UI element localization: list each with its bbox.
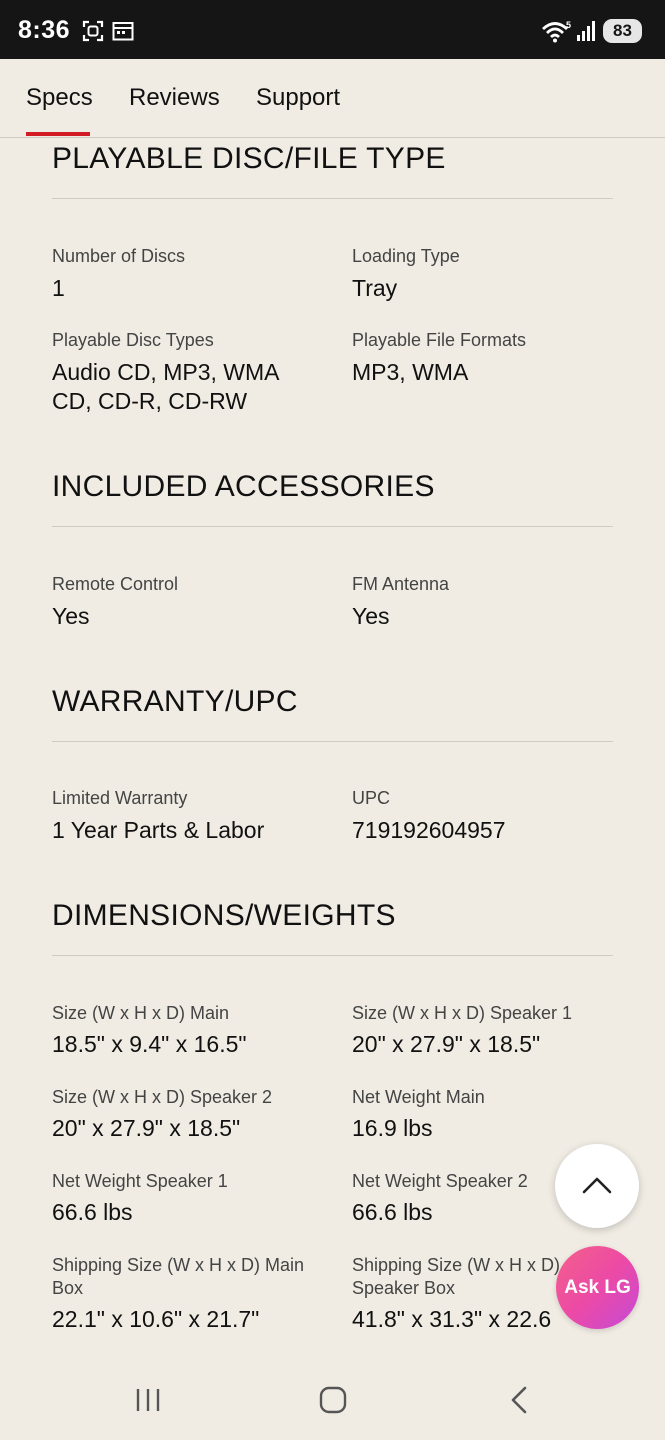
- tab-bar: Specs Reviews Support: [0, 59, 665, 138]
- wifi-icon: 5: [542, 20, 571, 43]
- spec-value-fm-antenna: Yes: [352, 603, 390, 629]
- section-title-playable: PLAYABLE DISC/FILE TYPE: [52, 142, 446, 175]
- spec-label-number-of-discs: Number of Discs: [52, 246, 186, 266]
- spec-label-size-main: Size (W x H x D) Main: [52, 1003, 230, 1023]
- battery-indicator: 83: [603, 19, 642, 43]
- spec-value-playable-file-formats: MP3, WMA: [352, 359, 469, 385]
- spec-label-limited-warranty: Limited Warranty: [52, 788, 188, 808]
- spec-label-playable-file-formats: Playable File Formats: [352, 330, 527, 350]
- spec-value-size-main: 18.5" x 9.4" x 16.5": [52, 1031, 247, 1057]
- spec-value-playable-disc-types: Audio CD, MP3, WMA CD, CD-R, CD-RW: [52, 359, 279, 414]
- spec-label-shipping-size-speaker-box: Shipping Size (W x H x D) Speaker Box: [352, 1255, 561, 1298]
- spec-value-net-weight-speaker-1: 66.6 lbs: [52, 1199, 133, 1225]
- section-divider: [52, 198, 613, 199]
- tab-reviews[interactable]: Reviews: [129, 84, 220, 112]
- signal-icon: [577, 21, 595, 41]
- back-icon[interactable]: [508, 1386, 530, 1414]
- spec-value-size-speaker-1: 20" x 27.9" x 18.5": [352, 1031, 541, 1057]
- spec-value-shipping-size-main-box: 22.1" x 10.6" x 21.7": [52, 1306, 260, 1332]
- spec-label-net-weight-speaker-1: Net Weight Speaker 1: [52, 1171, 228, 1191]
- svg-text:5: 5: [566, 20, 571, 30]
- section-title-accessories: INCLUDED ACCESSORIES: [52, 470, 435, 503]
- scroll-to-top-button[interactable]: [555, 1144, 639, 1228]
- status-bar: 8:36 5 83: [0, 0, 665, 59]
- section-title-dimensions: DIMENSIONS/WEIGHTS: [52, 899, 396, 932]
- section-divider: [52, 526, 613, 527]
- spec-label-fm-antenna: FM Antenna: [352, 574, 450, 594]
- spec-value-loading-type: Tray: [352, 275, 398, 301]
- spec-label-size-speaker-2: Size (W x H x D) Speaker 2: [52, 1087, 273, 1107]
- calendar-icon: [112, 22, 134, 41]
- spec-label-remote-control: Remote Control: [52, 574, 179, 594]
- screenshot-icon: [82, 20, 104, 42]
- section-title-warranty: WARRANTY/UPC: [52, 685, 298, 718]
- spec-label-playable-disc-types: Playable Disc Types: [52, 330, 214, 350]
- spec-label-net-weight-main: Net Weight Main: [352, 1087, 485, 1107]
- spec-label-size-speaker-1: Size (W x H x D) Speaker 1: [352, 1003, 573, 1023]
- tab-specs[interactable]: Specs: [26, 84, 93, 112]
- tab-support[interactable]: Support: [256, 84, 340, 112]
- ask-lg-button[interactable]: Ask LG: [556, 1246, 639, 1329]
- section-divider: [52, 741, 613, 742]
- recent-apps-icon[interactable]: [134, 1387, 162, 1413]
- spec-value-number-of-discs: 1: [52, 275, 65, 301]
- spec-label-shipping-size-main-box: Shipping Size (W x H x D) Main Box: [52, 1255, 305, 1298]
- spec-value-limited-warranty: 1 Year Parts & Labor: [52, 817, 265, 843]
- spec-label-loading-type: Loading Type: [352, 246, 460, 266]
- active-tab-indicator: [26, 132, 90, 136]
- section-divider: [52, 955, 613, 956]
- status-time: 8:36: [18, 16, 71, 44]
- spec-value-size-speaker-2: 20" x 27.9" x 18.5": [52, 1115, 241, 1141]
- spec-value-net-weight-main: 16.9 lbs: [352, 1115, 433, 1141]
- home-icon[interactable]: [319, 1386, 347, 1414]
- chevron-up-icon: [582, 1177, 612, 1194]
- spec-label-upc: UPC: [352, 788, 391, 808]
- system-nav-bar: [0, 1360, 665, 1440]
- spec-value-remote-control: Yes: [52, 603, 90, 629]
- spec-value-upc: 719192604957: [352, 817, 506, 843]
